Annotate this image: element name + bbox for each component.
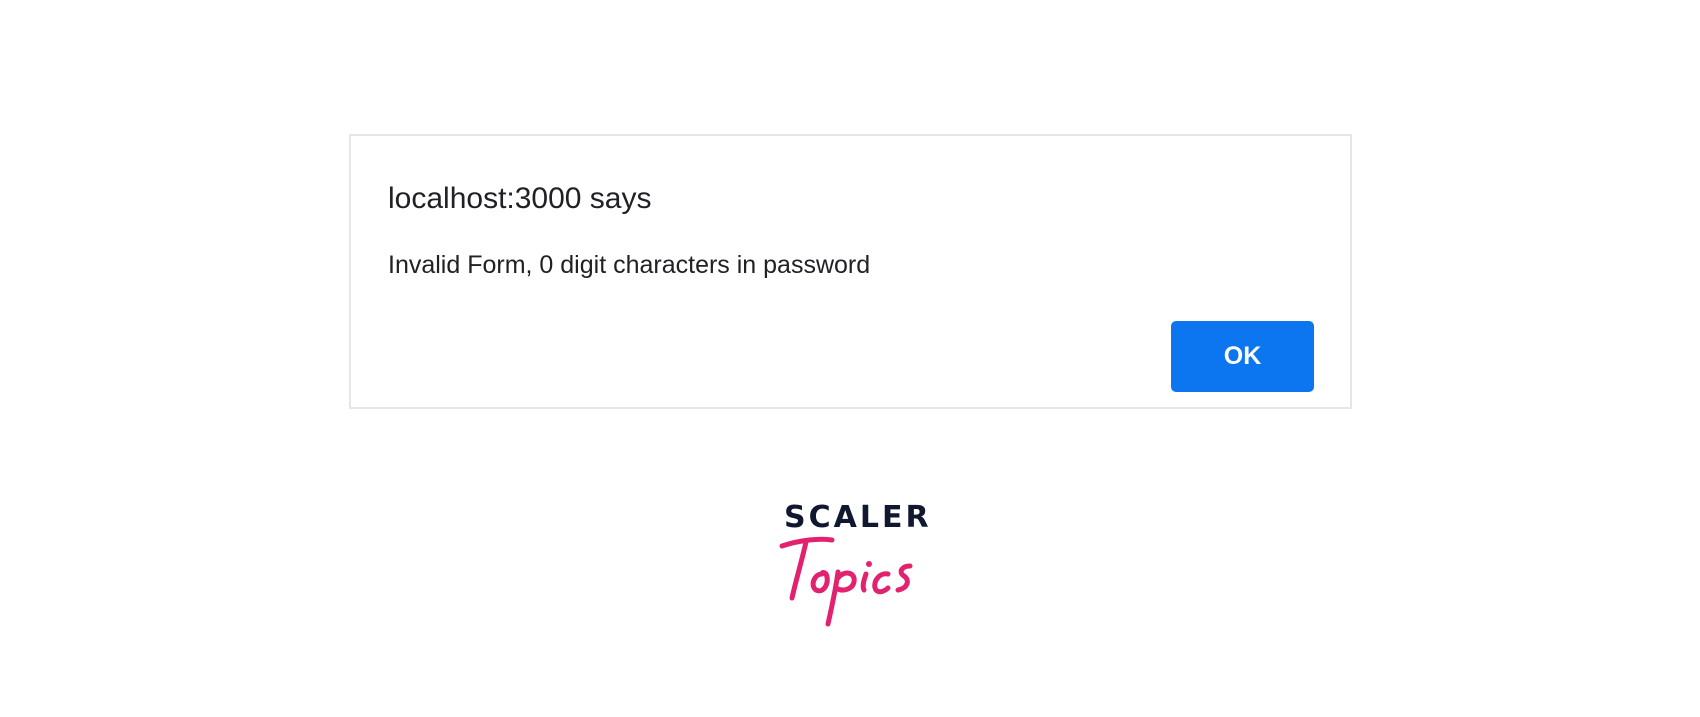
dialog-message: Invalid Form, 0 digit characters in pass…: [388, 251, 871, 279]
scaler-topics-logo: SCALER: [770, 498, 930, 628]
ok-button[interactable]: OK: [1171, 321, 1314, 392]
dialog-title: localhost:3000 says: [388, 182, 652, 215]
alert-dialog: localhost:3000 says Invalid Form, 0 digi…: [349, 134, 1352, 409]
logo-script: [779, 536, 913, 627]
